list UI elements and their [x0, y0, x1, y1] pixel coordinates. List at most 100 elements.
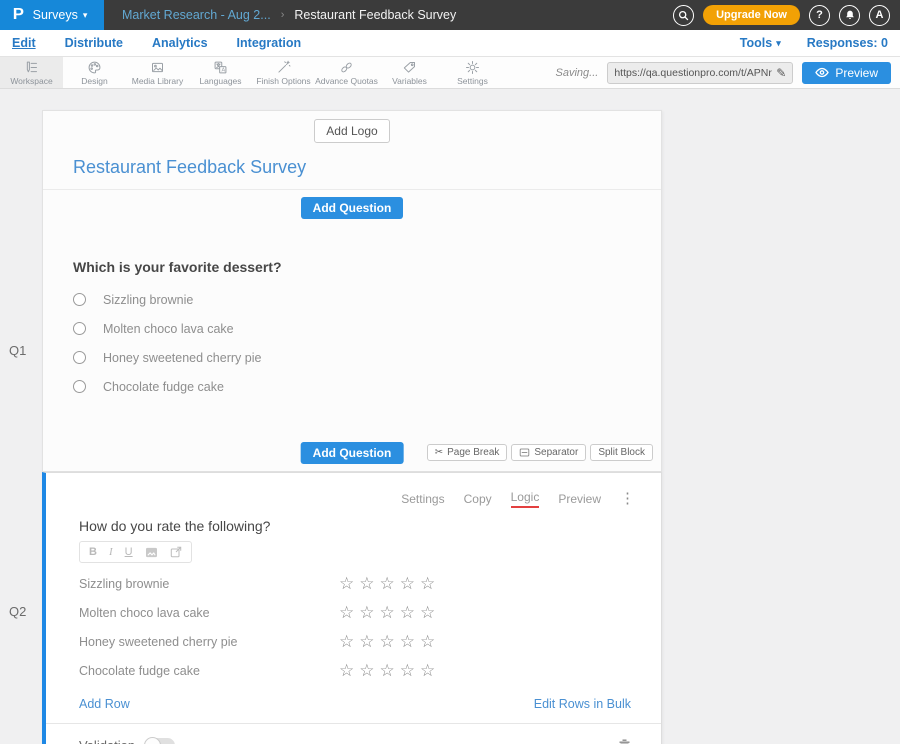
surveys-dropdown[interactable]: Surveys ▾	[33, 8, 88, 22]
star-rating[interactable]: ☆☆☆☆☆	[339, 574, 440, 594]
star-rating[interactable]: ☆☆☆☆☆	[339, 661, 440, 681]
brand-area: P Surveys ▾	[0, 0, 104, 30]
separator-icon	[519, 447, 530, 458]
help-button[interactable]: ?	[809, 5, 830, 26]
survey-title[interactable]: Restaurant Feedback Survey	[73, 157, 631, 178]
survey-editor-canvas: Q1 Q2 Add Logo Restaurant Feedback Surve…	[0, 89, 900, 744]
account-avatar[interactable]: A	[869, 5, 890, 26]
radio-button[interactable]	[73, 322, 86, 335]
block-footer: Add Question ✂ Page Break Separator Spli…	[43, 448, 661, 471]
svg-text:A: A	[222, 67, 226, 73]
insert-link-button[interactable]	[170, 546, 182, 558]
toolbar-item-languages[interactable]: A Languages	[189, 57, 252, 88]
text-format-toolbar: B I U	[79, 541, 192, 563]
rating-row: Chocolate fudge cake ☆☆☆☆☆	[79, 656, 631, 685]
star-rating[interactable]: ☆☆☆☆☆	[339, 603, 440, 623]
add-question-button-top[interactable]: Add Question	[301, 197, 404, 219]
toolbar-item-design[interactable]: Design	[63, 57, 126, 88]
add-logo-button[interactable]: Add Logo	[314, 119, 389, 143]
responses-count[interactable]: Responses: 0	[807, 36, 888, 50]
external-link-icon	[170, 546, 182, 558]
magic-wand-icon	[276, 60, 291, 75]
add-question-button-bottom[interactable]: Add Question	[301, 442, 404, 464]
rating-rows: Sizzling brownie ☆☆☆☆☆ Molten choco lava…	[79, 569, 631, 685]
notifications-button[interactable]	[839, 5, 860, 26]
question-settings-link[interactable]: Settings	[401, 492, 444, 506]
tab-bar: Edit Distribute Analytics Integration To…	[0, 30, 900, 57]
radio-button[interactable]	[73, 293, 86, 306]
survey-block-1: Add Logo Restaurant Feedback Survey Add …	[42, 110, 662, 472]
question-logic-link[interactable]: Logic	[511, 490, 540, 508]
block-actions: ✂ Page Break Separator Split Block	[427, 444, 653, 461]
separator-button[interactable]: Separator	[511, 444, 586, 461]
breadcrumb-separator-icon: ›	[281, 9, 285, 21]
radio-button[interactable]	[73, 351, 86, 364]
italic-button[interactable]: I	[109, 546, 113, 558]
question-2-text[interactable]: How do you rate the following?	[79, 518, 631, 534]
tab-analytics[interactable]: Analytics	[152, 36, 208, 50]
question-number-q2: Q2	[9, 604, 26, 619]
option-row: Sizzling brownie	[73, 293, 631, 306]
upgrade-now-button[interactable]: Upgrade Now	[703, 5, 800, 25]
page-break-button[interactable]: ✂ Page Break	[427, 444, 508, 461]
breadcrumb-parent[interactable]: Market Research - Aug 2...	[122, 8, 271, 22]
toolbar-item-advance-quotas[interactable]: Advance Quotas	[315, 57, 378, 88]
survey-block-2-selected: Settings Copy Logic Preview ⋮ How do you…	[42, 472, 662, 744]
star-rating[interactable]: ☆☆☆☆☆	[339, 632, 440, 652]
split-block-button[interactable]: Split Block	[590, 444, 653, 461]
question-1-text[interactable]: Which is your favorite dessert?	[73, 259, 631, 275]
option-row: Honey sweetened cherry pie	[73, 351, 631, 364]
edit-url-icon[interactable]: ✎	[776, 66, 786, 80]
validation-toggle[interactable]	[145, 738, 175, 744]
toolbar-item-settings[interactable]: Settings	[441, 57, 504, 88]
add-row-link[interactable]: Add Row	[79, 697, 130, 711]
search-button[interactable]	[673, 5, 694, 26]
tab-edit[interactable]: Edit	[12, 36, 36, 50]
breadcrumb: Market Research - Aug 2... › Restaurant …	[104, 0, 456, 30]
option-label[interactable]: Chocolate fudge cake	[103, 380, 224, 394]
kebab-menu-icon[interactable]: ⋮	[620, 492, 635, 506]
tabbar-right: Tools ▾ Responses: 0	[740, 36, 888, 50]
option-label[interactable]: Honey sweetened cherry pie	[103, 351, 261, 365]
option-label[interactable]: Molten choco lava cake	[103, 322, 234, 336]
translate-icon: A	[213, 60, 228, 75]
option-row: Molten choco lava cake	[73, 322, 631, 335]
help-icon: ?	[816, 9, 823, 21]
rating-row-label[interactable]: Sizzling brownie	[79, 577, 339, 591]
insert-image-button[interactable]	[145, 547, 158, 558]
underline-button[interactable]: U	[125, 546, 133, 558]
survey-url-input[interactable]	[614, 67, 772, 79]
eye-icon	[815, 67, 829, 78]
bold-button[interactable]: B	[89, 546, 97, 558]
survey-url-box: ✎	[607, 62, 793, 84]
preview-button[interactable]: Preview	[802, 62, 891, 84]
validation-row: Validation	[46, 723, 661, 744]
rating-row-label[interactable]: Molten choco lava cake	[79, 606, 339, 620]
question-1-options: Sizzling brownie Molten choco lava cake …	[73, 293, 631, 393]
tools-dropdown[interactable]: Tools ▾	[740, 36, 781, 50]
rating-row-label[interactable]: Chocolate fudge cake	[79, 664, 339, 678]
tab-integration[interactable]: Integration	[237, 36, 302, 50]
tools-dropdown-label: Tools	[740, 36, 772, 50]
editor-toolbar: Workspace Design Media Library A Languag…	[0, 57, 900, 89]
rating-row-label[interactable]: Honey sweetened cherry pie	[79, 635, 339, 649]
image-icon	[145, 547, 158, 558]
toolbar-item-media-library[interactable]: Media Library	[126, 57, 189, 88]
trash-icon	[618, 738, 631, 744]
gear-icon	[465, 60, 480, 75]
question-copy-link[interactable]: Copy	[464, 492, 492, 506]
toolbar-item-finish-options[interactable]: Finish Options	[252, 57, 315, 88]
palette-icon	[87, 60, 102, 75]
rating-row: Sizzling brownie ☆☆☆☆☆	[79, 569, 631, 598]
edit-rows-in-bulk-link[interactable]: Edit Rows in Bulk	[534, 697, 631, 711]
option-label[interactable]: Sizzling brownie	[103, 293, 193, 307]
toolbar-item-workspace[interactable]: Workspace	[0, 57, 63, 88]
toolbar-item-variables[interactable]: Variables	[378, 57, 441, 88]
scissors-icon: ✂	[435, 447, 443, 458]
radio-button[interactable]	[73, 380, 86, 393]
tag-icon	[402, 60, 417, 75]
delete-question-button[interactable]	[618, 738, 631, 744]
question-preview-link[interactable]: Preview	[558, 492, 601, 506]
question-1[interactable]: Which is your favorite dessert? Sizzling…	[43, 226, 661, 448]
tab-distribute[interactable]: Distribute	[65, 36, 123, 50]
